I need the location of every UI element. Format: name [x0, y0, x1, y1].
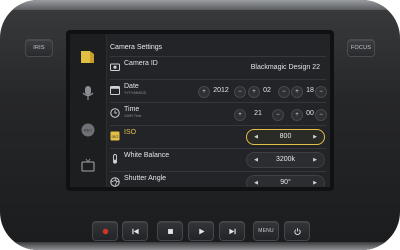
shutter-angle-selector[interactable]: ◀ 90° ▶	[246, 175, 325, 187]
hours-value: 21	[254, 110, 262, 117]
white-balance-row[interactable]: White Balance ◀ 3200k ▶	[110, 149, 326, 171]
month-minus-button[interactable]: −	[278, 86, 290, 98]
year-minus-button[interactable]: −	[234, 86, 246, 98]
camera-id-row[interactable]: Camera ID Blackmagic Design 22	[110, 57, 326, 79]
minutes-minus-button[interactable]: −	[315, 109, 327, 121]
date-row: Date YYYY/MM/DD + 2012 − + 02 − + 18 −	[110, 80, 327, 102]
folder-icon	[81, 51, 94, 63]
play-button[interactable]	[188, 221, 214, 241]
nav-camera-settings[interactable]	[70, 39, 106, 75]
svg-text:ISO: ISO	[112, 134, 119, 139]
svg-text:REC: REC	[84, 128, 93, 133]
hours-minus-button[interactable]: −	[272, 109, 284, 121]
power-icon	[293, 227, 301, 235]
stop-icon	[167, 228, 173, 234]
camera-icon	[110, 63, 120, 71]
record-icon: REC	[81, 123, 95, 137]
iso-icon: ISO	[110, 131, 120, 141]
calendar-icon	[110, 86, 120, 95]
shutter-angle-row[interactable]: Shutter Angle ◀ 90° ▶	[110, 172, 326, 187]
camera-id-label: Camera ID	[124, 60, 158, 67]
menu-label: MENU	[258, 228, 274, 234]
nav-display-settings[interactable]	[70, 148, 106, 184]
transport-controls: MENU	[0, 210, 400, 250]
day-minus-button[interactable]: −	[315, 86, 327, 98]
white-balance-selector[interactable]: ◀ 3200k ▶	[246, 152, 325, 168]
iso-selector[interactable]: ◀ 800 ▶	[246, 129, 325, 145]
skip-back-icon	[131, 228, 139, 234]
skip-forward-icon	[228, 228, 236, 234]
hours-plus-button[interactable]: +	[234, 109, 246, 121]
date-format: YYYY/MM/DD	[124, 91, 147, 95]
settings-nav: REC	[70, 34, 107, 187]
page-title: Camera Settings	[110, 44, 163, 51]
play-icon	[198, 228, 205, 234]
white-balance-label: White Balance	[124, 152, 170, 159]
clock-icon	[110, 108, 120, 118]
time-label: Time	[124, 106, 140, 113]
skip-back-button[interactable]	[122, 221, 148, 241]
nav-recording-settings[interactable]: REC	[70, 112, 106, 148]
shutter-icon	[110, 177, 120, 187]
iso-label: ISO	[124, 129, 137, 136]
iso-row[interactable]: ISO ISO ◀ 800 ▶	[110, 126, 326, 148]
iso-increase-button[interactable]: ▶	[310, 130, 320, 144]
year-plus-button[interactable]: +	[198, 86, 210, 98]
record-dot-icon	[102, 228, 108, 234]
microphone-icon	[82, 86, 94, 100]
white-balance-icon	[113, 154, 117, 164]
time-format: 24HR Time	[124, 114, 142, 118]
date-label: Date	[124, 83, 139, 90]
nav-audio-settings[interactable]	[70, 75, 106, 111]
iris-button[interactable]: IRIS	[25, 39, 53, 57]
lcd-screen: REC Camera Settings Camera ID Blackmagic…	[70, 34, 330, 187]
focus-button[interactable]: FOCUS	[347, 39, 375, 57]
skip-forward-button[interactable]	[219, 221, 245, 241]
stop-button[interactable]	[157, 221, 183, 241]
camera-body: IRIS FOCUS REC Camera Settings Camera ID…	[0, 0, 400, 250]
camera-id-value: Blackmagic Design 22	[250, 64, 320, 71]
year-value: 2012	[213, 87, 229, 94]
shutter-angle-label: Shutter Angle	[124, 175, 167, 182]
power-button[interactable]	[284, 221, 310, 241]
tv-icon	[81, 158, 95, 172]
time-row: Time 24HR Time + 21 − + 00 −	[110, 103, 327, 125]
record-button[interactable]	[92, 221, 118, 241]
menu-button[interactable]: MENU	[253, 221, 279, 241]
white-balance-increase-button[interactable]: ▶	[310, 153, 320, 167]
shutter-angle-increase-button[interactable]: ▶	[310, 176, 320, 187]
month-value: 02	[263, 87, 271, 94]
